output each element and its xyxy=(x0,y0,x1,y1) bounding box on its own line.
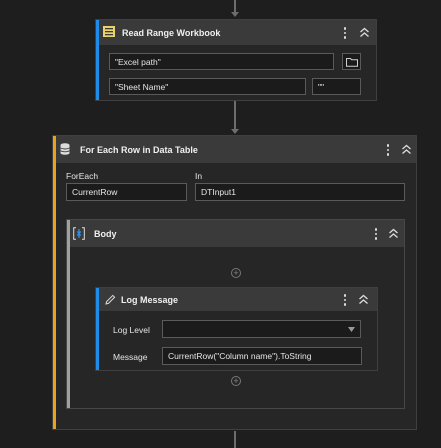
log-level-dropdown[interactable] xyxy=(162,320,361,338)
log-message-header[interactable]: Log Message xyxy=(99,288,377,311)
pencil-icon xyxy=(105,294,116,305)
in-datatable-input[interactable]: DTInput1 xyxy=(195,183,405,201)
message-label: Message xyxy=(113,352,148,362)
sheet-name-input[interactable]: "Sheet Name" xyxy=(109,78,306,95)
collapse-chevron-icon[interactable] xyxy=(358,294,369,305)
log-message-activity[interactable]: Log Message Log Level Message CurrentRow… xyxy=(95,287,378,371)
container-accent xyxy=(53,136,56,429)
read-range-header[interactable]: Read Range Workbook xyxy=(99,20,376,45)
in-label: In xyxy=(195,171,203,181)
read-range-title: Read Range Workbook xyxy=(122,28,221,38)
folder-icon xyxy=(346,58,358,67)
kebab-icon[interactable] xyxy=(374,228,378,240)
body-title: Body xyxy=(94,229,117,239)
range-input[interactable]: "" xyxy=(312,78,361,95)
kebab-icon[interactable] xyxy=(386,144,390,156)
excel-workbook-icon xyxy=(103,26,115,37)
body-accent xyxy=(67,220,70,408)
kebab-icon[interactable] xyxy=(343,27,347,39)
collapse-chevron-icon[interactable] xyxy=(401,144,412,155)
for-each-title: For Each Row in Data Table xyxy=(80,145,198,155)
datatable-icon xyxy=(60,143,70,155)
foreach-variable-input[interactable]: CurrentRow xyxy=(66,183,187,201)
collapse-chevron-icon[interactable] xyxy=(388,228,399,239)
sequence-icon xyxy=(73,227,85,240)
add-activity-bottom-icon[interactable]: + xyxy=(231,376,241,386)
connector-bottom xyxy=(234,431,236,448)
add-activity-top-icon[interactable]: + xyxy=(231,268,241,278)
connector-middle xyxy=(234,101,236,130)
for-each-header[interactable]: For Each Row in Data Table xyxy=(56,136,416,163)
browse-folder-button[interactable] xyxy=(342,53,361,70)
connector-top-arrow xyxy=(231,12,239,17)
foreach-label: ForEach xyxy=(66,171,99,181)
message-input[interactable]: CurrentRow("Column name").ToString xyxy=(162,347,362,365)
log-message-title: Log Message xyxy=(121,295,179,305)
collapse-chevron-icon[interactable] xyxy=(359,27,370,38)
kebab-icon[interactable] xyxy=(343,294,347,306)
triangle-down-icon xyxy=(348,327,355,332)
body-header[interactable]: Body xyxy=(70,220,404,247)
for-each-row-activity[interactable]: For Each Row in Data Table ForEach In Cu… xyxy=(52,135,417,430)
read-range-activity[interactable]: Read Range Workbook "Excel path" "Sheet … xyxy=(95,19,377,101)
body-sequence[interactable]: Body + Log Message Log Level Message Cur… xyxy=(66,219,405,409)
connector-middle-arrow xyxy=(231,129,239,134)
excel-path-input[interactable]: "Excel path" xyxy=(109,53,334,70)
log-level-label: Log Level xyxy=(113,325,150,335)
